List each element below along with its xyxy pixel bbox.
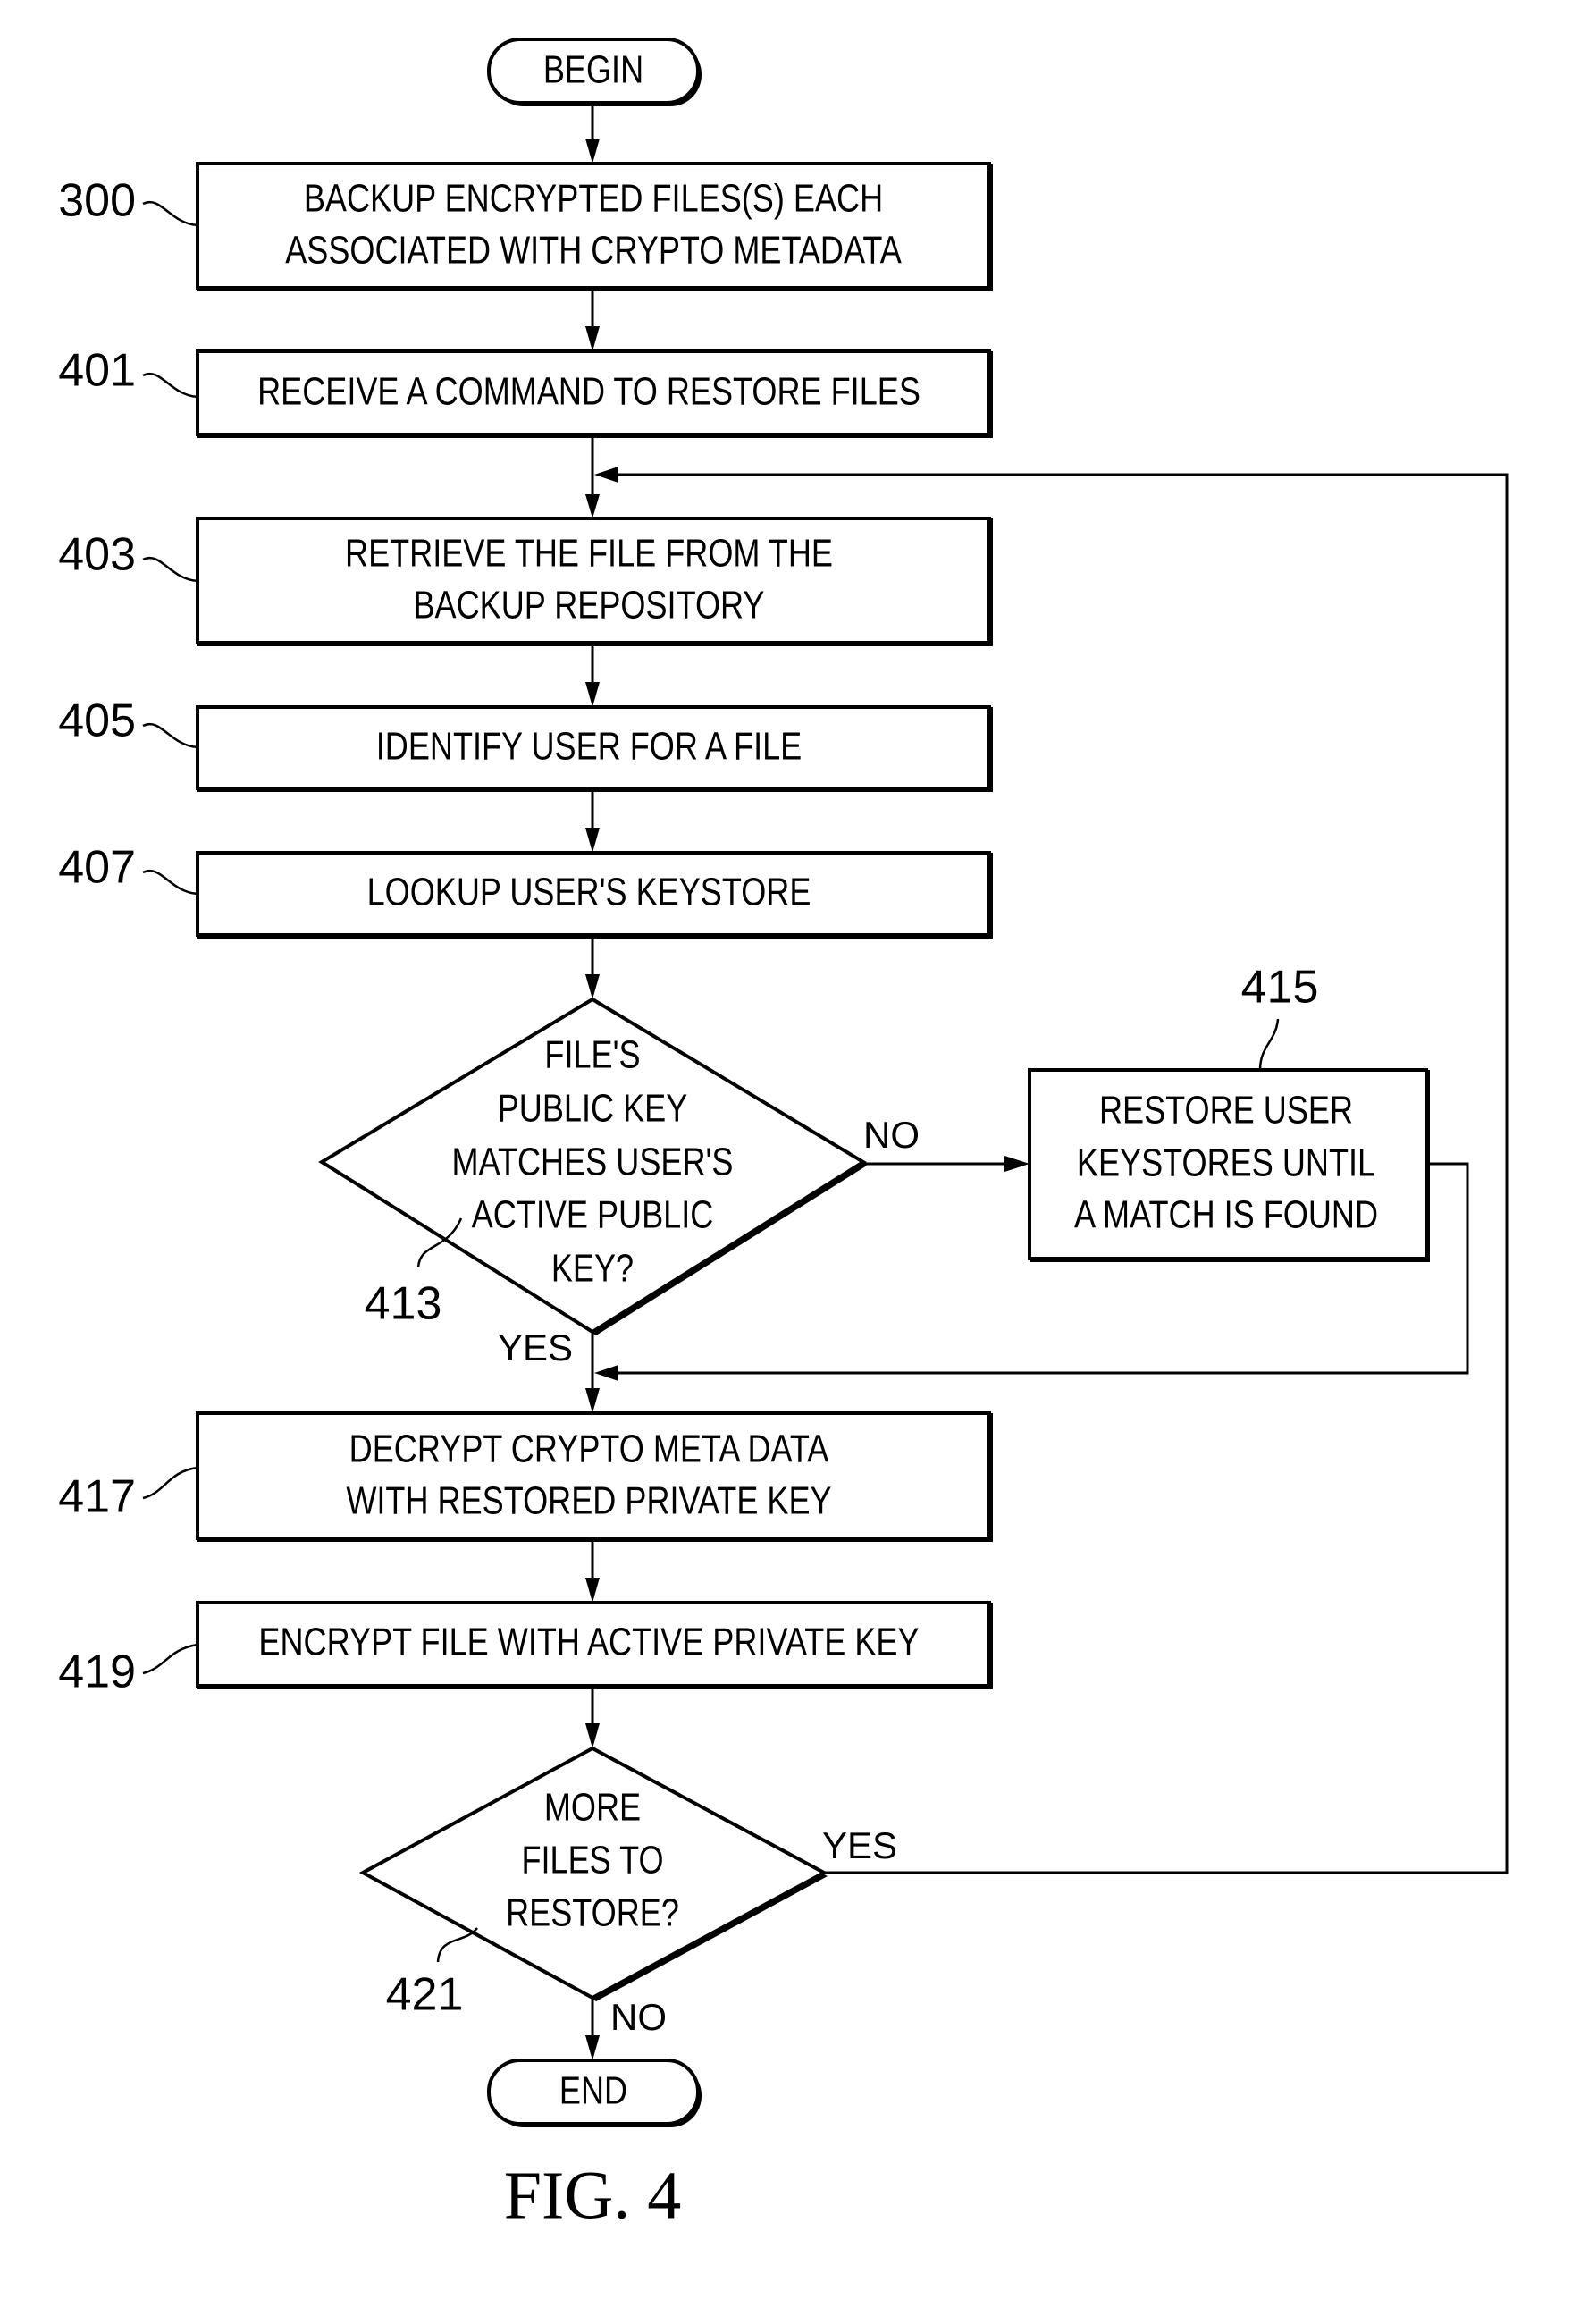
step-401: RECEIVE A COMMAND TO RESTORE FILES <box>196 349 993 438</box>
step-403: RETRIEVE THE FILE FROM THE BACKUP REPOSI… <box>196 517 993 646</box>
ref-label-405: 405 <box>58 695 136 747</box>
decision-421-line-3: RESTORE? <box>506 1891 679 1935</box>
end-label: END <box>559 2069 627 2113</box>
arrowhead <box>585 326 600 351</box>
ref-label-403: 403 <box>58 529 136 581</box>
arrowhead <box>585 1578 600 1603</box>
end-terminal: END <box>487 2059 702 2127</box>
leader-line-401 <box>142 372 198 399</box>
decision-413-line-4: ACTIVE PUBLIC <box>472 1193 714 1237</box>
arrowhead <box>585 1388 600 1413</box>
flowchart: BEGIN BACKUP ENCRYPTED FILES(S) EACH ASS… <box>58 38 1509 2233</box>
step-415-line-2: KEYSTORES UNTIL <box>1077 1141 1375 1185</box>
decision-421-yes-label: YES <box>822 1824 897 1866</box>
leader-line-417 <box>142 1466 198 1500</box>
decision-413-line-2: PUBLIC KEY <box>498 1087 688 1131</box>
ref-label-407: 407 <box>58 842 136 894</box>
decision-413-line-1: FILE'S <box>544 1033 640 1077</box>
step-300-line-1: BACKUP ENCRYPTED FILES(S) EACH <box>304 177 883 221</box>
leader-line-419 <box>142 1643 198 1675</box>
begin-label: BEGIN <box>543 48 643 92</box>
ref-label-419: 419 <box>58 1646 136 1698</box>
figure-caption: FIG. 4 <box>504 2158 681 2233</box>
step-407: LOOKUP USER'S KEYSTORE <box>196 851 993 939</box>
ref-label-300: 300 <box>58 175 136 227</box>
ref-label-415: 415 <box>1241 962 1319 1014</box>
step-300-line-2: ASSOCIATED WITH CRYPTO METADATA <box>285 229 902 273</box>
step-417-line-2: WITH RESTORED PRIVATE KEY <box>346 1479 831 1523</box>
loop-arrowhead <box>594 467 618 483</box>
leader-line-403 <box>142 556 198 583</box>
ref-label-417: 417 <box>58 1471 136 1523</box>
leader-line-405 <box>142 722 198 749</box>
arrowhead <box>585 494 600 518</box>
leader-line-407 <box>142 869 198 896</box>
step-300: BACKUP ENCRYPTED FILES(S) EACH ASSOCIATE… <box>196 162 993 291</box>
leader-line-415 <box>1258 1018 1280 1071</box>
arrowhead <box>585 974 600 999</box>
step-415-line-1: RESTORE USER <box>1099 1089 1353 1133</box>
ref-label-413: 413 <box>365 1278 442 1330</box>
arrowhead <box>585 828 600 853</box>
arrowhead <box>1004 1156 1030 1172</box>
ref-label-401: 401 <box>58 345 136 397</box>
step-405-line-1: IDENTIFY USER FOR A FILE <box>376 725 802 769</box>
step-403-line-2: BACKUP REPOSITORY <box>413 584 764 627</box>
step-415-line-3: A MATCH IS FOUND <box>1074 1193 1378 1237</box>
arrowhead <box>594 1365 618 1381</box>
step-417-line-1: DECRYPT CRYPTO META DATA <box>349 1427 829 1471</box>
arrowhead <box>585 2035 600 2060</box>
step-419: ENCRYPT FILE WITH ACTIVE PRIVATE KEY <box>196 1601 993 1689</box>
step-417: DECRYPT CRYPTO META DATA WITH RESTORED P… <box>196 1411 993 1542</box>
decision-413-no-label: NO <box>863 1114 920 1156</box>
decision-413-line-5: KEY? <box>551 1247 634 1291</box>
step-405: IDENTIFY USER FOR A FILE <box>196 705 993 792</box>
decision-421-line-2: FILES TO <box>521 1839 663 1882</box>
decision-421-line-1: MORE <box>544 1786 641 1830</box>
ref-label-421: 421 <box>386 1969 464 2021</box>
leader-line-300 <box>142 200 198 227</box>
step-419-line-1: ENCRYPT FILE WITH ACTIVE PRIVATE KEY <box>258 1621 919 1664</box>
step-403-line-1: RETRIEVE THE FILE FROM THE <box>345 532 833 576</box>
decision-421-no-label: NO <box>610 1996 667 2038</box>
decision-413-yes-label: YES <box>498 1326 573 1368</box>
step-415: RESTORE USER KEYSTORES UNTIL A MATCH IS … <box>1028 1068 1430 1262</box>
leader-line-421 <box>436 1927 478 1963</box>
step-407-line-1: LOOKUP USER'S KEYSTORE <box>367 871 811 914</box>
decision-413-line-3: MATCHES USER'S <box>452 1141 734 1184</box>
arrowhead <box>585 682 600 707</box>
step-401-line-1: RECEIVE A COMMAND TO RESTORE FILES <box>257 370 920 414</box>
begin-terminal: BEGIN <box>487 38 702 106</box>
arrowhead <box>585 139 600 164</box>
arrowhead <box>585 1723 600 1748</box>
decision-421: MORE FILES TO RESTORE? <box>358 1746 828 2001</box>
